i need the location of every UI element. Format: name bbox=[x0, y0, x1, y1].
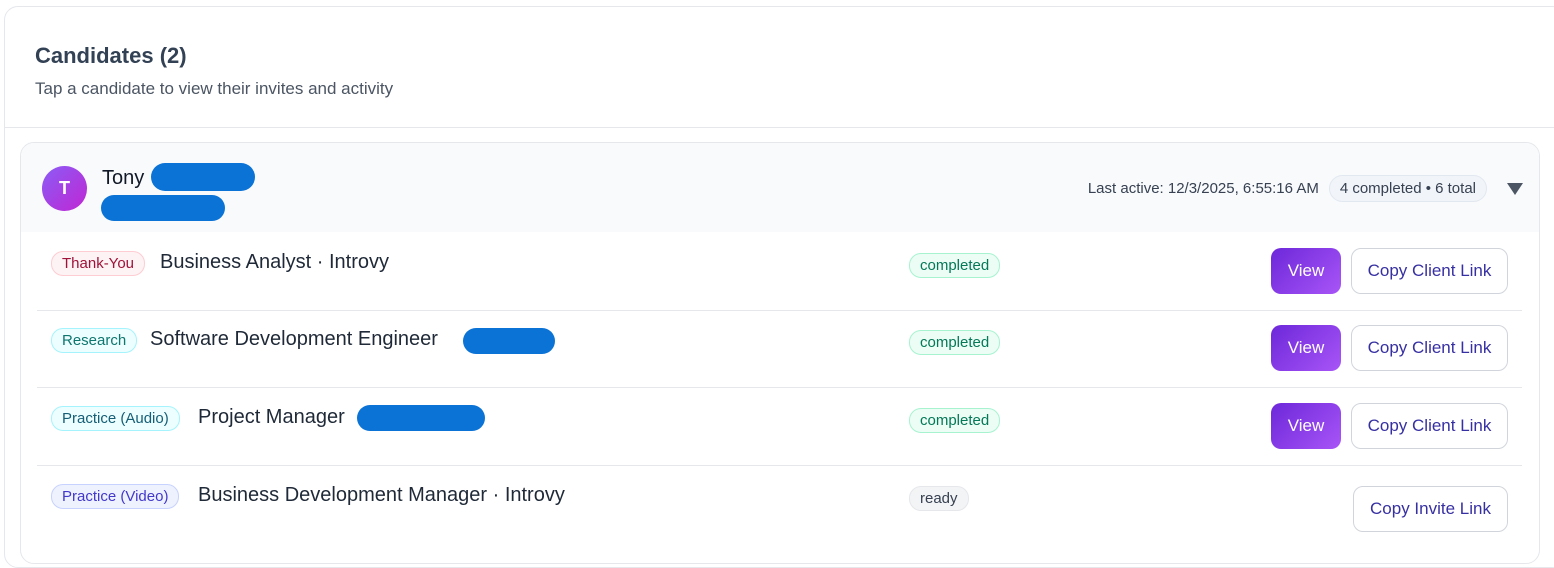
status-badge: completed bbox=[909, 330, 1001, 355]
invite-role: Business Development Manager · Introvy bbox=[198, 484, 565, 506]
completion-count-badge: 4 completed • 6 total bbox=[1328, 175, 1487, 202]
redaction-mark bbox=[357, 405, 485, 431]
copy-client-link-button[interactable]: Copy Client Link bbox=[1351, 325, 1508, 371]
invite-type-badge: Practice (Audio) bbox=[51, 406, 180, 431]
view-button[interactable]: View bbox=[1271, 325, 1341, 371]
card-header: Candidates (2) Tap a candidate to view t… bbox=[35, 43, 393, 99]
candidate-meta: Last active: 12/3/2025, 6:55:16 AM 4 com… bbox=[1088, 175, 1523, 202]
last-active: Last active: 12/3/2025, 6:55:16 AM bbox=[1087, 180, 1319, 197]
invite-role: Software Development Engineer bbox=[150, 328, 438, 350]
invite-row: Practice (Audio) Project Manager complet… bbox=[37, 388, 1522, 466]
section-title: Candidates (2) bbox=[35, 43, 187, 68]
caret-down-icon[interactable] bbox=[1507, 182, 1523, 195]
section-subtitle: Tap a candidate to view their invites an… bbox=[35, 79, 394, 98]
view-button[interactable]: View bbox=[1271, 248, 1341, 294]
candidate-name: Tony bbox=[102, 167, 145, 189]
invite-type-badge: Thank-You bbox=[51, 251, 145, 276]
status-badge: completed bbox=[909, 253, 1001, 278]
status-badge: ready bbox=[909, 486, 969, 511]
invite-row: Research Software Development Engineer c… bbox=[37, 310, 1522, 388]
invite-type-badge: Research bbox=[51, 328, 138, 353]
redaction-mark bbox=[463, 328, 555, 354]
view-button[interactable]: View bbox=[1271, 403, 1341, 449]
status-badge: completed bbox=[909, 408, 1001, 433]
redaction-mark bbox=[151, 163, 255, 191]
copy-client-link-button[interactable]: Copy Client Link bbox=[1351, 248, 1508, 294]
candidate-header[interactable]: T Tony Last active: 12/3/2025, 6:55:16 A… bbox=[21, 143, 1539, 232]
invite-role: Business Analyst · Introvy bbox=[160, 251, 389, 273]
invite-row: Thank-You Business Analyst · Introvy com… bbox=[37, 233, 1522, 311]
candidate-panel: T Tony Last active: 12/3/2025, 6:55:16 A… bbox=[20, 142, 1540, 564]
redaction-mark bbox=[101, 195, 225, 221]
avatar: T bbox=[42, 166, 87, 211]
divider bbox=[5, 127, 1554, 128]
copy-client-link-button[interactable]: Copy Client Link bbox=[1351, 403, 1508, 449]
invite-row: Practice (Video) Business Development Ma… bbox=[37, 466, 1522, 543]
invite-type-badge: Practice (Video) bbox=[51, 484, 180, 509]
invite-role: Project Manager bbox=[198, 406, 345, 428]
copy-invite-link-button[interactable]: Copy Invite Link bbox=[1353, 486, 1508, 532]
